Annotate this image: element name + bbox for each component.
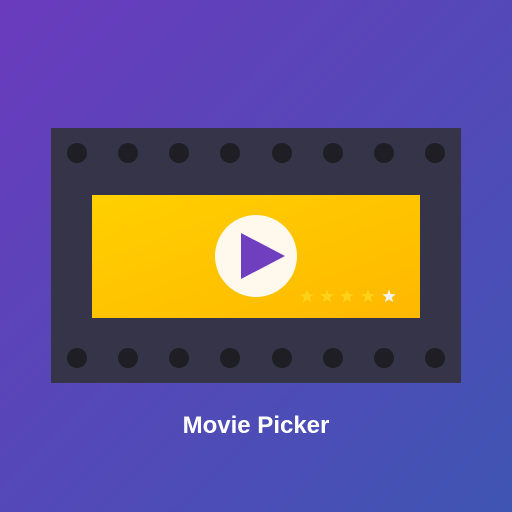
sprocket-hole-top-4: [220, 143, 240, 163]
sprocket-hole-bottom-2: [118, 348, 138, 368]
sprocket-hole-bottom-1: [67, 348, 87, 368]
sprocket-hole-bottom-5: [272, 348, 292, 368]
sprocket-hole-bottom-7: [374, 348, 394, 368]
sprocket-hole-bottom-6: [323, 348, 343, 368]
sprocket-hole-top-2: [118, 143, 138, 163]
sprocket-hole-top-5: [272, 143, 292, 163]
sprocket-hole-top-7: [374, 143, 394, 163]
app-icon-canvas: Movie Picker: [0, 0, 512, 512]
sprocket-hole-top-3: [169, 143, 189, 163]
sprocket-hole-top-1: [67, 143, 87, 163]
sprocket-hole-bottom-8: [425, 348, 445, 368]
sprocket-hole-top-8: [425, 143, 445, 163]
play-icon: [215, 215, 297, 297]
sprocket-hole-bottom-3: [169, 348, 189, 368]
sprocket-hole-top-6: [323, 143, 343, 163]
sprocket-hole-bottom-4: [220, 348, 240, 368]
app-title: Movie Picker: [182, 412, 330, 439]
